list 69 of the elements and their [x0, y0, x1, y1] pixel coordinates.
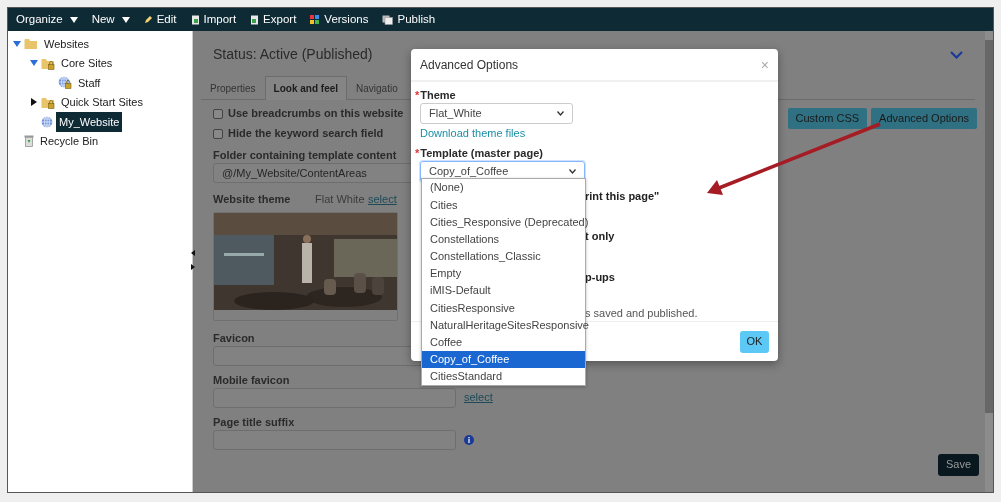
dropdown-option[interactable]: Coffee: [422, 333, 585, 351]
toolbar-button[interactable]: Publish: [382, 10, 436, 29]
field-label: Website theme: [213, 192, 292, 206]
tree-item[interactable]: Staff: [75, 72, 104, 93]
field-label: Mobile favicon: [213, 373, 290, 387]
save-button[interactable]: Save: [937, 453, 979, 476]
ok-button[interactable]: OK: [740, 330, 769, 353]
toolbar-button[interactable]: Organize: [16, 10, 78, 29]
field-label: *Theme: [415, 89, 457, 102]
dropdown-option[interactable]: Constellations: [422, 230, 585, 248]
theme-select[interactable]: Flat_White: [420, 103, 573, 124]
chevron-down-icon: [569, 169, 576, 174]
help-text: s saved and published.: [585, 307, 698, 320]
dropdown-option[interactable]: Copy_of_Coffee: [422, 350, 585, 369]
chevron-down-icon: [557, 111, 564, 116]
scrollbar[interactable]: [985, 31, 993, 492]
dropdown-option[interactable]: iMIS-Default: [422, 282, 585, 300]
grid-icon: [310, 14, 321, 25]
dropdown-option[interactable]: Cities: [422, 196, 585, 214]
locked-folder-icon: [41, 56, 55, 70]
chevron-down-icon: [950, 50, 963, 59]
option-label: p-ups: [585, 271, 615, 284]
checkbox-label: Hide the keyword search field: [228, 127, 384, 140]
caret-icon: [69, 16, 78, 23]
pages-icon: [382, 14, 394, 25]
info-icon: [464, 434, 474, 445]
dropdown-option[interactable]: CitiesStandard: [422, 368, 585, 386]
option-label: rint this page": [585, 190, 660, 203]
expanded-arrow-icon[interactable]: [12, 40, 21, 47]
field-label: Favicon: [213, 331, 255, 345]
toolbar-button[interactable]: New: [91, 10, 130, 29]
pencil-icon: [143, 15, 153, 24]
locked-folder-icon: [41, 95, 55, 109]
expanded-arrow-icon[interactable]: [29, 60, 38, 67]
toolbar-button[interactable]: Import: [190, 10, 237, 29]
collapsed-arrow-icon[interactable]: [30, 98, 37, 107]
field-label: Page title suffix: [213, 415, 295, 429]
download-link[interactable]: Download theme files: [420, 127, 768, 140]
status-heading: Status: Active (Published): [213, 46, 373, 63]
toolbar-button[interactable]: Export: [250, 10, 297, 29]
tree-item[interactable]: Quick Start Sites: [58, 92, 146, 113]
text-field[interactable]: [213, 387, 456, 408]
theme-name: Flat White: [315, 192, 366, 207]
tree-item[interactable]: My_Website: [56, 111, 123, 132]
toolbar-button[interactable]: Versions: [310, 10, 369, 29]
document-icon: [250, 14, 260, 25]
dropdown-option[interactable]: Constellations_Classic: [422, 247, 585, 265]
tab[interactable]: Look and feel: [264, 76, 348, 100]
document-icon: [190, 14, 200, 25]
locked-globe-icon: [58, 76, 72, 90]
checkbox[interactable]: [213, 108, 223, 119]
dropdown-option[interactable]: CitiesResponsive: [422, 299, 585, 317]
tree-item[interactable]: Websites: [41, 33, 93, 54]
toolbar-button[interactable]: Edit: [143, 10, 177, 29]
checkbox-label: Use breadcrumbs on this website: [228, 107, 404, 120]
field-label: *Template (master page): [415, 147, 544, 160]
folder-icon: [24, 37, 38, 51]
recycle-bin-icon: [24, 135, 34, 148]
template-select[interactable]: Copy_of_Coffee: [420, 161, 585, 182]
scrollbar-thumb[interactable]: [985, 40, 993, 413]
tree-item[interactable]: Core Sites: [58, 53, 116, 74]
globe-icon: [41, 115, 53, 128]
splitter-arrows-icon: [191, 250, 195, 270]
dropdown-option[interactable]: Empty: [422, 264, 585, 283]
caret-icon: [121, 16, 130, 23]
checkbox[interactable]: [213, 128, 223, 139]
tree-item[interactable]: Recycle Bin: [37, 131, 102, 152]
field-label: Folder containing template content: [213, 149, 397, 162]
dialog-title: Advanced Options: [420, 56, 519, 74]
